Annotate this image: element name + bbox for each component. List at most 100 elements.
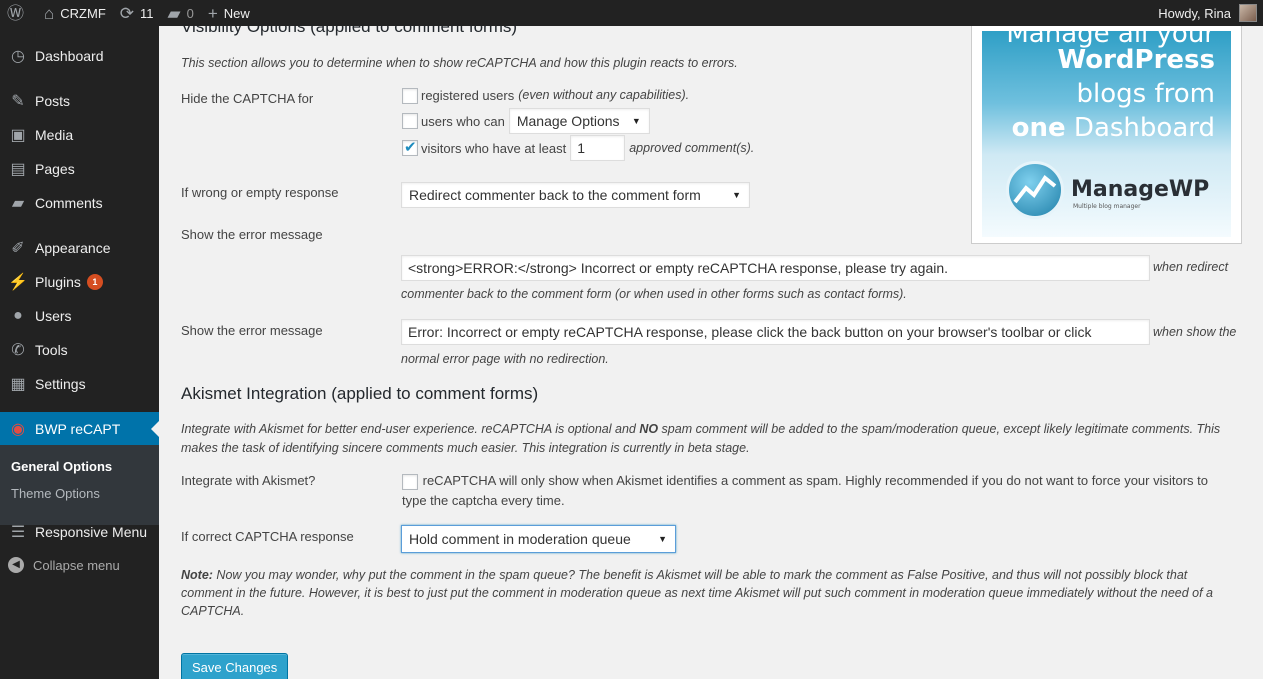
note-strong: Note: [181,568,213,582]
sidebar-item-label: Users [35,308,72,324]
ad-line-3: blogs from [1076,79,1215,109]
error-message-label-2: Show the error message [181,323,323,338]
hide-captcha-label: Hide the CAPTCHA for [181,91,314,106]
comment-icon: ▰ [11,195,25,212]
integrate-akismet-label: Integrate with Akismet? [181,473,316,488]
users-who-can-row: users who can Manage Options ▼ [402,108,650,134]
sidebar-item-bwp-recaptcha[interactable]: ◉ BWP reCAPT [0,412,159,446]
wrong-response-select-value: Redirect commenter back to the comment f… [409,187,701,203]
collapse-menu-button[interactable]: ◀ Collapse menu [8,557,120,573]
error-note-1a: when redirect [1153,260,1229,274]
sidebar-item-label: Tools [35,342,68,358]
wrong-response-label: If wrong or empty response [181,185,339,200]
sidebar-item-plugins[interactable]: ⚡ Plugins 1 [0,265,159,299]
new-content-link[interactable]: + New [201,0,257,26]
submenu-theme-options[interactable]: Theme Options [11,486,100,501]
admin-bar: Ⓦ ⌂ CRZMF ⟳ 11 ▰ 0 + New Howdy, Rina [0,0,1263,26]
my-account[interactable]: Howdy, Rina [1158,4,1263,22]
plug-icon: ⚡ [8,274,28,291]
ad-line-4-bold: one [1011,113,1066,143]
sidebar-item-posts[interactable]: ✎ Posts [0,84,159,118]
capability-select[interactable]: Manage Options ▼ [508,108,650,134]
sidebar-item-settings[interactable]: ▦ Settings [0,367,159,401]
wrong-response-select[interactable]: Redirect commenter back to the comment f… [401,182,750,208]
user-icon: ● [13,307,23,324]
site-name: CRZMF [60,5,106,21]
registered-users-checkbox[interactable] [402,87,418,104]
comments-link[interactable]: ▰ 0 [161,0,201,26]
ad-logo-text: ManageWP [1071,177,1210,202]
new-label: New [223,5,250,21]
error-message-input-1[interactable]: <strong>ERROR:</strong> Incorrect or emp… [401,255,1150,281]
collapse-label: Collapse menu [33,557,120,573]
akismet-desc-part-1: Integrate with Akismet for better end-us… [181,422,640,436]
plus-icon: + [207,3,218,23]
akismet-desc-part-2: spam comment will be added to the spam/m… [658,422,1221,436]
updates-link[interactable]: ⟳ 11 [113,0,161,26]
visibility-description: This section allows you to determine whe… [181,56,738,70]
error-message-label-1: Show the error message [181,227,323,242]
visitors-checkbox[interactable] [402,138,418,156]
sidebar-item-responsive-menu[interactable]: ☰ Responsive Menu [0,515,159,549]
sidebar-item-label: Settings [35,376,86,392]
managewp-logo-icon [1006,161,1064,219]
sidebar-item-users[interactable]: ● Users [0,299,159,333]
sidebar-item-dashboard[interactable]: ◷ Dashboard [0,39,159,73]
brush-icon: ✐ [11,240,25,257]
wrench-icon: ✆ [11,342,25,359]
admin-sidebar: ◷ Dashboard ✎ Posts ▣ Media ▤ Pages ▰ Comment… [0,26,159,679]
sidebar-item-comments[interactable]: ▰ Comments [0,186,159,220]
sidebar-item-label: Plugins [35,274,81,290]
main-content: Manage all your WordPress blogs from one… [159,26,1263,679]
note-line-1: Now you may wonder, why put the comment … [212,568,1188,582]
wordpress-icon: Ⓦ [7,3,24,23]
updates-count: 11 [140,5,154,21]
sidebar-item-label: Appearance [35,240,111,256]
correct-response-label: If correct CAPTCHA response [181,529,354,544]
sidebar-item-label: Dashboard [35,48,104,64]
integrate-akismet-text: reCAPTCHA will only show when Akismet id… [422,473,1209,488]
save-changes-button[interactable]: Save Changes [181,653,289,679]
sidebar-item-appearance[interactable]: ✐ Appearance [0,231,159,265]
error-note-2b: normal error page with no redirection. [401,352,609,366]
visitors-row: visitors who have at least 1 approved co… [402,135,754,161]
correct-response-row: Hold comment in moderation queue ▼ [401,525,676,553]
site-name-link[interactable]: ⌂ CRZMF [37,0,113,26]
registered-users-label: registered users [421,88,515,103]
visitors-label: visitors who have at least [421,140,567,156]
howdy-text: Howdy, Rina [1158,5,1231,21]
akismet-desc-strong: NO [639,422,659,436]
sidebar-item-label: Media [35,127,74,143]
pin-icon: ✎ [11,93,25,110]
sidebar-item-label: Responsive Menu [35,524,148,540]
akismet-note: Note: Now you may wonder, why put the co… [181,566,1256,620]
error-message-input-2[interactable]: Error: Incorrect or empty reCAPTCHA resp… [401,319,1150,345]
sidebar-item-pages[interactable]: ▤ Pages [0,152,159,186]
menu-icon: ☰ [10,524,26,541]
registered-users-note: (even without any capabilities). [518,88,690,102]
sidebar-item-label: Pages [35,161,75,177]
approved-count-input[interactable]: 1 [570,135,626,161]
chevron-down-icon: ▼ [631,116,641,126]
dashboard-icon: ◷ [11,48,25,65]
akismet-heading: Akismet Integration (applied to comment … [181,384,539,403]
visibility-heading: Visibility Options (applied to comment f… [181,26,518,36]
note-line-2: comment in the future. However, it is be… [181,586,1214,600]
integrate-akismet-checkbox[interactable] [402,473,418,490]
users-who-can-checkbox[interactable] [402,113,418,129]
submenu-general-options[interactable]: General Options [11,459,112,474]
recaptcha-submenu: General Options Theme Options [0,445,159,525]
akismet-description: Integrate with Akismet for better end-us… [181,420,1251,458]
avatar [1239,4,1257,22]
error-note-2a: when show the [1153,325,1237,339]
correct-response-select[interactable]: Hold comment in moderation queue ▼ [401,525,676,553]
updates-icon: ⟳ [119,3,135,23]
users-who-can-label: users who can [421,113,505,129]
sidebar-item-tools[interactable]: ✆ Tools [0,333,159,367]
integrate-akismet-row: reCAPTCHA will only show when Akismet id… [402,471,1252,511]
correct-response-select-value: Hold comment in moderation queue [409,531,631,547]
capability-select-value: Manage Options [516,113,620,129]
sidebar-item-media[interactable]: ▣ Media [0,118,159,152]
managewp-ad[interactable]: Manage all your WordPress blogs from one… [971,26,1242,244]
wordpress-logo[interactable]: Ⓦ [0,0,37,26]
